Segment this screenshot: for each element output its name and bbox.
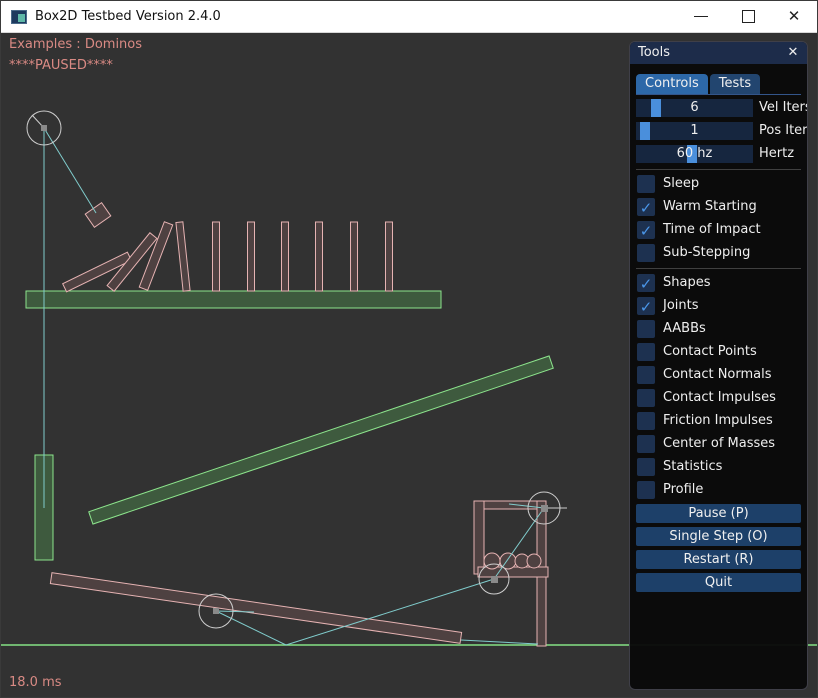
checkbox-sub-stepping[interactable]: ✓ Sub-Stepping <box>636 244 801 262</box>
standing-domino <box>386 222 393 291</box>
checkbox-warm-starting[interactable]: ✓ Warm Starting <box>636 198 801 216</box>
checkbox-box: ✓ <box>637 198 655 216</box>
checkbox-box: ✓ <box>637 297 655 315</box>
example-label: Examples : Dominos <box>9 37 142 52</box>
pos-iters-label: Pos Iters <box>759 122 808 140</box>
separator <box>636 169 801 170</box>
diagonal-plank <box>89 356 554 524</box>
checkbox-box: ✓ <box>637 366 655 384</box>
checkbox-box: ✓ <box>637 221 655 239</box>
check-icon: ✓ <box>640 275 653 293</box>
standing-domino <box>213 222 220 291</box>
pos-iters-slider[interactable]: 1 <box>636 122 753 140</box>
tools-panel-title: Tools <box>638 45 670 60</box>
slider-row-hertz: 60 hz Hertz <box>636 145 801 163</box>
checkbox-center-of-masses[interactable]: ✓ Center of Masses <box>636 435 801 453</box>
seesaw-plank <box>50 573 461 644</box>
checkbox-contact-points[interactable]: ✓ Contact Points <box>636 343 801 361</box>
slider-row-pos-iters: 1 Pos Iters <box>636 122 801 140</box>
checkbox-box: ✓ <box>637 175 655 193</box>
checkbox-box: ✓ <box>637 320 655 338</box>
checkbox-box: ✓ <box>637 458 655 476</box>
standing-domino <box>316 222 323 291</box>
checkbox-box: ✓ <box>637 481 655 499</box>
close-button[interactable]: ✕ <box>774 1 814 33</box>
standing-domino <box>248 222 255 291</box>
check-icon: ✓ <box>640 199 653 217</box>
checkbox-box: ✓ <box>637 389 655 407</box>
domino-platform <box>26 291 441 308</box>
checkbox-sleep[interactable]: ✓ Sleep <box>636 175 801 193</box>
checkbox-box: ✓ <box>637 274 655 292</box>
tab-controls[interactable]: Controls <box>636 74 708 94</box>
app-icon <box>11 10 27 24</box>
panel-close-icon[interactable]: ✕ <box>784 42 802 64</box>
separator <box>636 268 801 269</box>
check-icon: ✓ <box>640 298 653 316</box>
checkbox-profile[interactable]: ✓ Profile <box>636 481 801 499</box>
checkbox-box: ✓ <box>637 244 655 262</box>
tools-panel-header[interactable]: Tools ✕ <box>630 42 807 64</box>
check-icon: ✓ <box>640 222 653 240</box>
pos-iters-value: 1 <box>636 122 753 140</box>
checkbox-time-of-impact[interactable]: ✓ Time of Impact <box>636 221 801 239</box>
checkbox-joints[interactable]: ✓ Joints <box>636 297 801 315</box>
title-bar[interactable]: Box2D Testbed Version 2.4.0 ✕ <box>1 1 817 33</box>
app-window: Box2D Testbed Version 2.4.0 ✕ Examples :… <box>0 0 818 698</box>
checkbox-shapes[interactable]: ✓ Shapes <box>636 274 801 292</box>
vel-iters-slider[interactable]: 6 <box>636 99 753 117</box>
checkbox-box: ✓ <box>637 435 655 453</box>
frame-time-label: 18.0 ms <box>9 675 62 690</box>
tab-bar: Controls Tests <box>636 70 801 95</box>
frame-top-beam <box>474 501 546 509</box>
standing-domino <box>351 222 358 291</box>
checkbox-box: ✓ <box>637 412 655 430</box>
slider-row-vel-iters: 6 Vel Iters <box>636 99 801 117</box>
paused-label: ****PAUSED**** <box>9 58 113 73</box>
maximize-button[interactable] <box>728 1 768 33</box>
minimize-button[interactable] <box>681 1 721 33</box>
hertz-label: Hertz <box>759 145 794 163</box>
checkbox-friction-impulses[interactable]: ✓ Friction Impulses <box>636 412 801 430</box>
joint-anchor-squares <box>41 125 548 614</box>
pause-button[interactable]: Pause (P) <box>636 504 801 523</box>
tab-tests[interactable]: Tests <box>710 74 760 94</box>
frame-left-post <box>474 501 484 574</box>
checkbox-contact-normals[interactable]: ✓ Contact Normals <box>636 366 801 384</box>
vel-iters-label: Vel Iters <box>759 99 808 117</box>
quit-button[interactable]: Quit <box>636 573 801 592</box>
checkbox-contact-impulses[interactable]: ✓ Contact Impulses <box>636 389 801 407</box>
hertz-slider[interactable]: 60 hz <box>636 145 753 163</box>
checkbox-box: ✓ <box>637 343 655 361</box>
vel-iters-value: 6 <box>636 99 753 117</box>
restart-button[interactable]: Restart (R) <box>636 550 801 569</box>
pendulum-box <box>85 203 111 228</box>
tilting-domino <box>176 222 190 291</box>
ball <box>527 554 541 568</box>
tools-panel: Tools ✕ Controls Tests 6 Vel Iters <box>629 41 808 690</box>
joint-anchor-circles <box>27 111 567 628</box>
window-title: Box2D Testbed Version 2.4.0 <box>35 9 221 24</box>
single-step-button[interactable]: Single Step (O) <box>636 527 801 546</box>
standing-domino <box>282 222 289 291</box>
hertz-value: 60 hz <box>636 145 753 163</box>
fallen-domino-3 <box>139 222 172 291</box>
checkbox-aabbs[interactable]: ✓ AABBs <box>636 320 801 338</box>
checkbox-statistics[interactable]: ✓ Statistics <box>636 458 801 476</box>
